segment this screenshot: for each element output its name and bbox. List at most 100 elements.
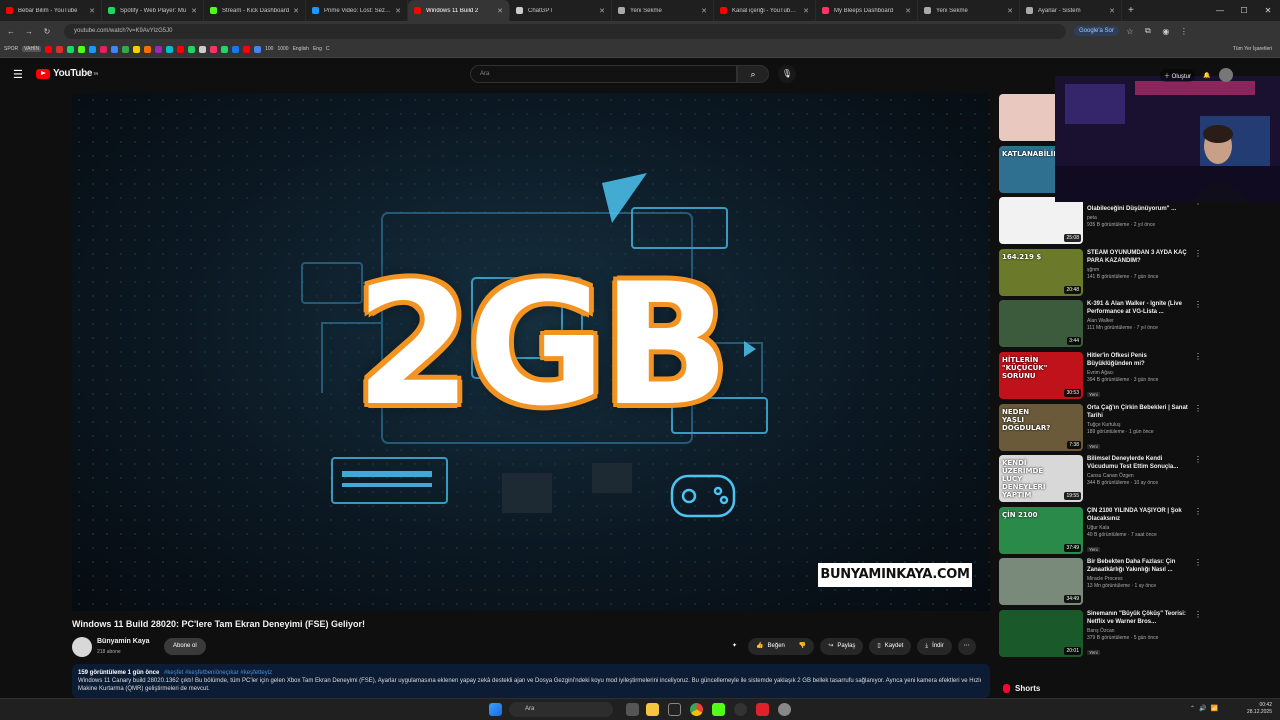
- share-button[interactable]: ↪ Paylaş: [820, 638, 864, 655]
- recommendation-item[interactable]: 3:44 K-391 & Alan Walker - Ignite (Live P…: [999, 300, 1209, 350]
- bookmark-icon[interactable]: [243, 45, 251, 53]
- kick-icon[interactable]: [712, 703, 725, 716]
- bookmark-icon[interactable]: [89, 45, 97, 53]
- close-tab-icon[interactable]: ✕: [1007, 7, 1013, 15]
- more-options-icon[interactable]: ⋮: [1194, 558, 1202, 608]
- ask-icon[interactable]: ✦: [727, 638, 742, 655]
- close-tab-icon[interactable]: ✕: [701, 7, 707, 15]
- bookmark-icon[interactable]: [122, 45, 130, 53]
- bookmark-spor[interactable]: SPOR: [4, 46, 18, 52]
- save-button[interactable]: ▯ Kaydet: [869, 638, 912, 655]
- recommendation-thumbnail[interactable]: 3:44: [999, 300, 1083, 347]
- recommendation-channel[interactable]: Alan Walker: [1087, 318, 1192, 324]
- steam-icon[interactable]: [668, 703, 681, 716]
- more-options-icon[interactable]: ⋮: [1194, 610, 1202, 660]
- recommendation-title[interactable]: K-391 & Alan Walker - Ignite (Live Perfo…: [1087, 300, 1192, 316]
- recommendation-channel[interactable]: Barış Özcan: [1087, 628, 1192, 634]
- more-actions-icon[interactable]: ⋯: [957, 638, 976, 655]
- minimize-button[interactable]: —: [1208, 0, 1232, 21]
- recommendation-channel[interactable]: Evrim Ağacı: [1087, 370, 1192, 376]
- bookmark-icon[interactable]: [254, 45, 262, 53]
- bookmark-icon[interactable]: [78, 45, 86, 53]
- extensions-icon[interactable]: ⧉: [1141, 26, 1155, 36]
- more-options-icon[interactable]: ⋮: [1194, 197, 1202, 247]
- hashtags[interactable]: #keşfet #keşfetbeniöneçıkar #keşfetteyiz: [164, 670, 272, 676]
- recommendation-item[interactable]: 34:49 Bir Bebekten Daha Fazlası: Çin Zana…: [999, 558, 1209, 608]
- recommendation-thumbnail[interactable]: 25:08: [999, 197, 1083, 244]
- close-tab-icon[interactable]: ✕: [89, 7, 95, 15]
- recommendation-thumbnail[interactable]: ÇİN 2100 37:49: [999, 507, 1083, 554]
- recommendation-item[interactable]: ÇİN 2100 37:49 ÇİN 2100 YILINDA YAŞIYOR | …: [999, 507, 1209, 557]
- close-tab-icon[interactable]: ✕: [599, 7, 605, 15]
- bookmark-icon[interactable]: [100, 45, 108, 53]
- recommendation-item[interactable]: NEDEN YAŞLI DOĞDULAR? 7:38 Orta Çağ'ın Çir…: [999, 404, 1209, 454]
- recommendation-title[interactable]: Hitler'in Öfkesi Penis Büyüklüğünden mi?: [1087, 352, 1192, 368]
- bookmark-icon[interactable]: [232, 45, 240, 53]
- bookmark-item[interactable]: English: [293, 46, 309, 52]
- close-tab-icon[interactable]: ✕: [395, 7, 401, 15]
- bookmark-icon[interactable]: [111, 45, 119, 53]
- recommendation-item[interactable]: 25:08 Birden Fazla Evrenin Var Olabileceğ…: [999, 197, 1209, 247]
- bookmark-icon[interactable]: [177, 45, 185, 53]
- reload-icon[interactable]: ↻: [40, 27, 54, 36]
- channel-avatar[interactable]: [72, 637, 92, 657]
- recommendation-channel[interactable]: Uğur Kala: [1087, 525, 1192, 531]
- close-tab-icon[interactable]: ✕: [1109, 7, 1115, 15]
- search-button[interactable]: ⌕: [737, 65, 769, 83]
- browser-tab[interactable]: Bebar Bilim - YouTube ✕: [0, 0, 102, 21]
- recommendation-channel[interactable]: peta: [1087, 215, 1192, 221]
- bookmark-item[interactable]: C: [326, 46, 330, 52]
- browser-tab[interactable]: ChatGPT ✕: [510, 0, 612, 21]
- bookmark-icon[interactable]: [166, 45, 174, 53]
- more-options-icon[interactable]: ⋮: [1194, 455, 1202, 505]
- close-tab-icon[interactable]: ✕: [191, 7, 197, 15]
- recommendation-channel[interactable]: Miracle Process: [1087, 576, 1192, 582]
- settings-icon[interactable]: [778, 703, 791, 716]
- star-icon[interactable]: ☆: [1123, 27, 1137, 36]
- recommendation-channel[interactable]: şğnm: [1087, 267, 1192, 273]
- recommendation-thumbnail[interactable]: HİTLERİN "KÜÇÜCÜK" SORUNU 30:53: [999, 352, 1083, 399]
- more-options-icon[interactable]: ⋮: [1194, 300, 1202, 350]
- close-tab-icon[interactable]: ✕: [497, 7, 503, 15]
- profile-icon[interactable]: ◉: [1159, 27, 1173, 36]
- youtube-logo[interactable]: YouTube TR: [36, 68, 98, 79]
- task-view-icon[interactable]: [626, 703, 639, 716]
- back-icon[interactable]: ←: [4, 27, 18, 36]
- maximize-button[interactable]: ☐: [1232, 0, 1256, 21]
- download-button[interactable]: ⤓ İndir: [917, 638, 952, 655]
- browser-tab[interactable]: My Bleeps Dashboard ✕: [816, 0, 918, 21]
- subscribe-button[interactable]: Abone ol: [164, 638, 206, 655]
- close-tab-icon[interactable]: ✕: [803, 7, 809, 15]
- taskbar-search[interactable]: Ara: [509, 702, 613, 717]
- browser-tab[interactable]: Yeni Sekme ✕: [918, 0, 1020, 21]
- bookmark-icon[interactable]: [133, 45, 141, 53]
- more-options-icon[interactable]: ⋮: [1194, 507, 1202, 557]
- channel-name[interactable]: Bünyamin Kaya: [97, 638, 150, 645]
- browser-tab[interactable]: Kanal içeriği - YouTube S ✕: [714, 0, 816, 21]
- windows-start-icon[interactable]: [489, 703, 502, 716]
- recommendation-title[interactable]: ÇİN 2100 YILINDA YAŞIYOR | Şok Olacaksın…: [1087, 507, 1192, 523]
- system-clock[interactable]: 00:42 28.12.2025: [1247, 702, 1272, 716]
- bookmark-item[interactable]: 100: [265, 46, 273, 52]
- url-field[interactable]: youtube.com/watch?v=K9AvYlzG5J0: [64, 23, 1066, 39]
- recommendation-title[interactable]: STEAM OYUNUMDAN 3 AYDA KAÇ PARA KAZANDIM…: [1087, 249, 1192, 265]
- bookmark-icon[interactable]: [199, 45, 207, 53]
- bookmark-icon[interactable]: [144, 45, 152, 53]
- bookmark-icon[interactable]: [210, 45, 218, 53]
- create-button[interactable]: ＋ Oluştur: [1160, 68, 1196, 82]
- account-avatar[interactable]: [1218, 68, 1233, 82]
- bookmark-icon[interactable]: [67, 45, 75, 53]
- recommendation-title[interactable]: Orta Çağ'ın Çirkin Bebekleri | Sanat Tar…: [1087, 404, 1192, 420]
- recommendation-item[interactable]: 164.219 $ 20:48 STEAM OYUNUMDAN 3 AYDA KAÇ…: [999, 249, 1209, 299]
- browser-tab[interactable]: Prime Video: Lost: Sezon ✕: [306, 0, 408, 21]
- recorder-icon[interactable]: [756, 703, 769, 716]
- recommendation-title[interactable]: Bir Bebekten Daha Fazlası: Çin Zanaatkâr…: [1087, 558, 1192, 574]
- like-button[interactable]: 👍 Beğen 👎: [748, 638, 815, 655]
- browser-tab[interactable]: Ayarlar - Sistem ✕: [1020, 0, 1122, 21]
- recommendation-thumbnail[interactable]: 34:49: [999, 558, 1083, 605]
- recommendation-thumbnail[interactable]: 164.219 $ 20:48: [999, 249, 1083, 296]
- bookmark-icon[interactable]: [155, 45, 163, 53]
- recommendation-channel[interactable]: Tuğçe Kurtuluş: [1087, 422, 1192, 428]
- forward-icon[interactable]: →: [22, 27, 36, 36]
- bookmark-icon[interactable]: [188, 45, 196, 53]
